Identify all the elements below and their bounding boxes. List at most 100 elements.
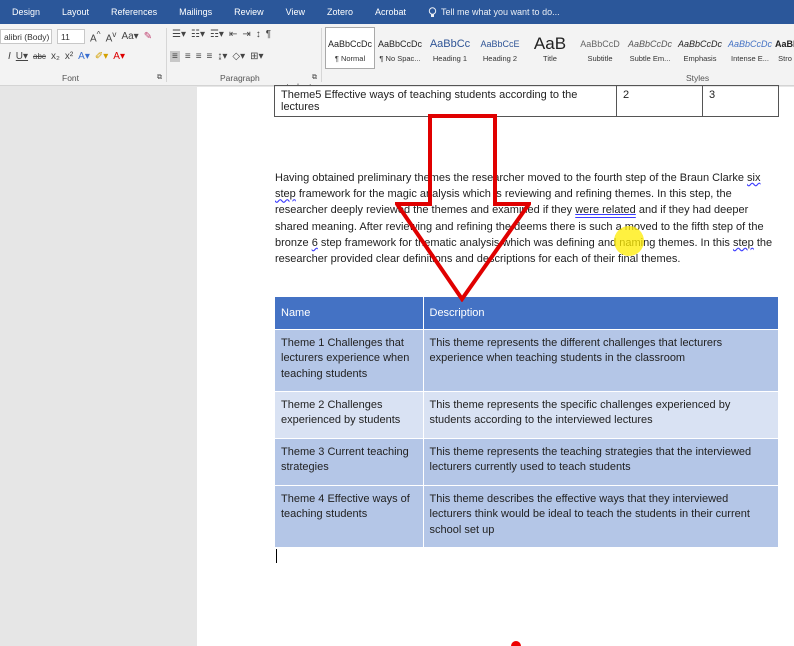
tell-me-text: Tell me what you want to do... — [441, 7, 560, 17]
table-row: Theme 4 Effective ways of teaching stude… — [275, 484, 779, 547]
align-right-icon[interactable]: ≡ — [196, 51, 202, 62]
tab-mailings[interactable]: Mailings — [168, 7, 223, 17]
table-cell[interactable]: This theme represents the specific chall… — [423, 390, 779, 438]
table-cell[interactable]: 3 — [702, 85, 779, 117]
group-styles-label: Styles — [686, 73, 710, 83]
justify-icon[interactable]: ≡ — [207, 51, 213, 62]
style-preview: AaBbCcDc — [727, 38, 772, 49]
style-preview: AaBbCcD — [580, 38, 620, 49]
table-row: Theme 3 Current teaching strategies This… — [275, 437, 779, 485]
subscript-icon[interactable]: x₂ — [51, 51, 60, 62]
style-intense-emphasis[interactable]: AaBbCcDc Intense E... — [725, 27, 775, 69]
style-label: Emphasis — [683, 53, 717, 63]
style-no-spacing[interactable]: AaBbCcDc ¶ No Spac... — [375, 27, 425, 69]
shading-icon[interactable]: ◇▾ — [232, 51, 245, 62]
text-cursor — [276, 549, 277, 563]
style-heading-1[interactable]: AaBbCc Heading 1 — [425, 27, 475, 69]
cursor-highlight — [614, 226, 644, 256]
styles-gallery: AaBbCcDc ¶ Normal AaBbCcDc ¶ No Spac... … — [325, 27, 794, 69]
style-title[interactable]: AaB Title — [525, 27, 575, 69]
table-cell[interactable]: This theme represents the different chal… — [423, 328, 779, 391]
tell-me-search[interactable]: Tell me what you want to do... — [417, 6, 571, 18]
lightbulb-icon — [428, 6, 437, 17]
table-row: Theme 2 Challenges experienced by studen… — [275, 390, 779, 438]
style-heading-2[interactable]: AaBbCcE Heading 2 — [475, 27, 525, 69]
align-left-icon[interactable]: ≡ — [170, 51, 180, 62]
style-label: ¶ Normal — [334, 53, 366, 63]
underline-icon[interactable]: U▾ — [16, 51, 28, 62]
strikethrough-icon[interactable]: abc — [33, 52, 46, 61]
style-label: ¶ No Spac... — [379, 53, 421, 63]
group-font-label: Font — [62, 73, 80, 83]
bullets-icon[interactable]: ☰▾ — [172, 29, 186, 40]
clear-format-icon[interactable]: ✎ — [144, 31, 152, 42]
font-size-dropdown[interactable]: 11 — [57, 29, 85, 45]
tab-design[interactable]: Design — [0, 7, 51, 17]
tab-view[interactable]: View — [275, 7, 316, 17]
red-dot-marker — [511, 641, 521, 646]
table-cell[interactable]: Theme 3 Current teaching strategies — [275, 437, 424, 485]
style-emphasis[interactable]: AaBbCcDc Emphasis — [675, 27, 725, 69]
style-label: Title — [543, 53, 557, 63]
italic-icon[interactable]: I — [8, 51, 11, 62]
font-row-1: alibri (Body) 11 A^ Av Aa▾ ✎ — [0, 29, 152, 44]
shrink-font-icon[interactable]: Av — [106, 29, 117, 44]
tab-review[interactable]: Review — [223, 7, 275, 17]
superscript-icon[interactable]: x² — [65, 51, 73, 62]
tab-acrobat[interactable]: Acrobat — [364, 7, 417, 17]
style-subtle-emphasis[interactable]: AaBbCcDc Subtle Em... — [625, 27, 675, 69]
table-cell[interactable]: Theme5 Effective ways of teaching studen… — [274, 85, 617, 117]
ribbon-separator — [321, 28, 322, 82]
ribbon-separator — [166, 28, 167, 82]
paragraph-row-1: ☰▾ ☷▾ ☶▾ ⇤ ⇥ ↕ ¶ — [172, 29, 271, 40]
style-subtitle[interactable]: AaBbCcD Subtitle — [575, 27, 625, 69]
paragraph-dialog-launcher-icon[interactable]: ⧉ — [312, 74, 317, 82]
table-cell[interactable]: Theme 1 Challenges that lecturers experi… — [275, 328, 424, 391]
style-label: Stro — [778, 53, 792, 63]
grammar-flag: were related — [575, 204, 636, 217]
table-cell[interactable]: This theme represents the teaching strat… — [423, 437, 779, 485]
line-spacing-icon[interactable]: ↨▾ — [217, 51, 227, 62]
style-label: Intense E... — [731, 53, 769, 63]
previous-table: Theme5 Effective ways of teaching studen… — [274, 85, 779, 117]
style-preview: AaBbCcDc — [377, 38, 422, 49]
show-marks-icon[interactable]: ¶ — [266, 29, 271, 40]
font-color-icon[interactable]: A▾ — [113, 51, 125, 62]
font-name-dropdown[interactable]: alibri (Body) — [0, 29, 52, 45]
tab-references[interactable]: References — [100, 7, 168, 17]
font-row-2: I U▾ abc x₂ x² A▾ ✐▾ A▾ — [8, 51, 125, 62]
style-label: Heading 2 — [482, 53, 518, 63]
align-center-icon[interactable]: ≡ — [185, 51, 191, 62]
table-cell[interactable]: 2 — [616, 85, 703, 117]
decrease-indent-icon[interactable]: ⇤ — [229, 29, 237, 40]
spelling-flag: six — [747, 172, 761, 184]
change-case-icon[interactable]: Aa▾ — [121, 31, 138, 42]
style-label: Heading 1 — [432, 53, 468, 63]
table-row: Theme 1 Challenges that lecturers experi… — [275, 328, 779, 391]
style-preview: AaBbCcE — [480, 38, 520, 49]
style-preview: AaBbCcDc — [677, 38, 722, 49]
table-cell[interactable]: Theme 4 Effective ways of teaching stude… — [275, 484, 424, 547]
text-effects-icon[interactable]: A▾ — [78, 51, 90, 62]
table-cell[interactable]: Theme 2 Challenges experienced by studen… — [275, 390, 424, 438]
down-arrow-annotation — [395, 114, 531, 302]
ribbon-tab-bar: Design Layout References Mailings Review… — [0, 0, 794, 24]
sort-icon[interactable]: ↕ — [256, 29, 261, 40]
highlight-icon[interactable]: ✐▾ — [95, 51, 108, 62]
style-label: Subtitle — [587, 53, 613, 63]
style-normal[interactable]: AaBbCcDc ¶ Normal — [325, 27, 375, 69]
numbering-icon[interactable]: ☷▾ — [191, 29, 205, 40]
table-cell[interactable]: This theme describes the effective ways … — [423, 484, 779, 547]
tab-zotero[interactable]: Zotero — [316, 7, 364, 17]
font-dialog-launcher-icon[interactable]: ⧉ — [157, 74, 162, 82]
style-label: Subtle Em... — [629, 53, 671, 63]
style-preview: AaB — [533, 33, 567, 53]
grow-font-icon[interactable]: A^ — [90, 29, 101, 44]
increase-indent-icon[interactable]: ⇥ — [242, 29, 250, 40]
style-strong[interactable]: AaBbCcDc Stro — [775, 27, 794, 69]
table-row: Theme5 Effective ways of teaching studen… — [274, 85, 779, 117]
borders-icon[interactable]: ⊞▾ — [250, 51, 263, 62]
tab-layout[interactable]: Layout — [51, 7, 100, 17]
multilevel-list-icon[interactable]: ☶▾ — [210, 29, 224, 40]
style-preview: AaBbCcDc — [775, 38, 794, 49]
